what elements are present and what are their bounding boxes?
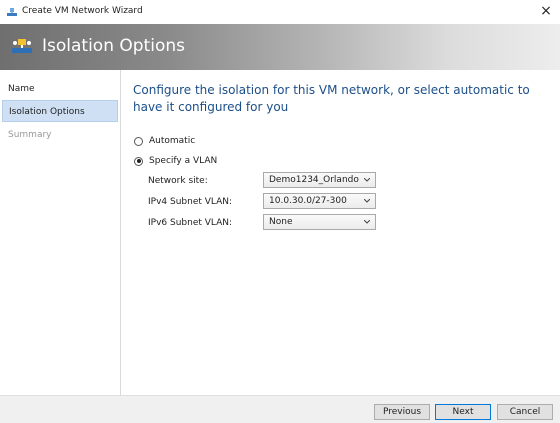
- automatic-radio[interactable]: [134, 136, 143, 146]
- chevron-down-icon: [364, 220, 370, 224]
- ipv6-subnet-vlan-dropdown[interactable]: None: [263, 214, 376, 230]
- wizard-banner: Isolation Options: [0, 24, 560, 70]
- network-icon: [12, 39, 32, 53]
- automatic-radio-option[interactable]: Automatic: [134, 134, 195, 148]
- wizard-app-icon: [7, 8, 17, 16]
- ipv4-subnet-vlan-value: 10.0.30.0/27-300: [269, 196, 347, 206]
- main-panel: Configure the isolation for this VM netw…: [121, 70, 560, 395]
- window-title: Create VM Network Wizard: [22, 6, 143, 16]
- specify-vlan-radio[interactable]: [134, 156, 143, 166]
- chevron-down-icon: [364, 178, 370, 182]
- automatic-radio-label: Automatic: [149, 136, 196, 146]
- ipv6-subnet-vlan-label: IPv6 Subnet VLAN:: [148, 218, 233, 228]
- network-site-dropdown[interactable]: Demo1234_Orlando: [263, 172, 376, 188]
- page-title: Isolation Options: [42, 36, 185, 56]
- network-site-label: Network site:: [148, 176, 208, 186]
- ipv4-subnet-vlan-dropdown[interactable]: 10.0.30.0/27-300: [263, 193, 376, 209]
- previous-button[interactable]: Previous: [374, 404, 430, 420]
- wizard-footer: Previous Next Cancel: [0, 395, 560, 423]
- close-icon[interactable]: ×: [538, 2, 554, 20]
- specify-vlan-radio-label: Specify a VLAN: [149, 156, 218, 166]
- wizard-nav: Name Isolation Options Summary: [0, 70, 121, 395]
- nav-item-name[interactable]: Name: [2, 78, 118, 100]
- ipv4-subnet-vlan-label: IPv4 Subnet VLAN:: [148, 197, 233, 207]
- section-heading: Configure the isolation for this VM netw…: [133, 83, 530, 114]
- title-bar: Create VM Network Wizard ×: [0, 0, 560, 24]
- cancel-button[interactable]: Cancel: [497, 404, 553, 420]
- nav-item-summary: Summary: [8, 130, 52, 140]
- next-button[interactable]: Next: [435, 404, 491, 420]
- nav-item-isolation-options[interactable]: Isolation Options: [2, 100, 118, 122]
- network-site-value: Demo1234_Orlando: [269, 175, 359, 185]
- specify-vlan-radio-option[interactable]: Specify a VLAN: [134, 154, 217, 168]
- ipv6-subnet-vlan-value: None: [269, 217, 293, 227]
- chevron-down-icon: [364, 199, 370, 203]
